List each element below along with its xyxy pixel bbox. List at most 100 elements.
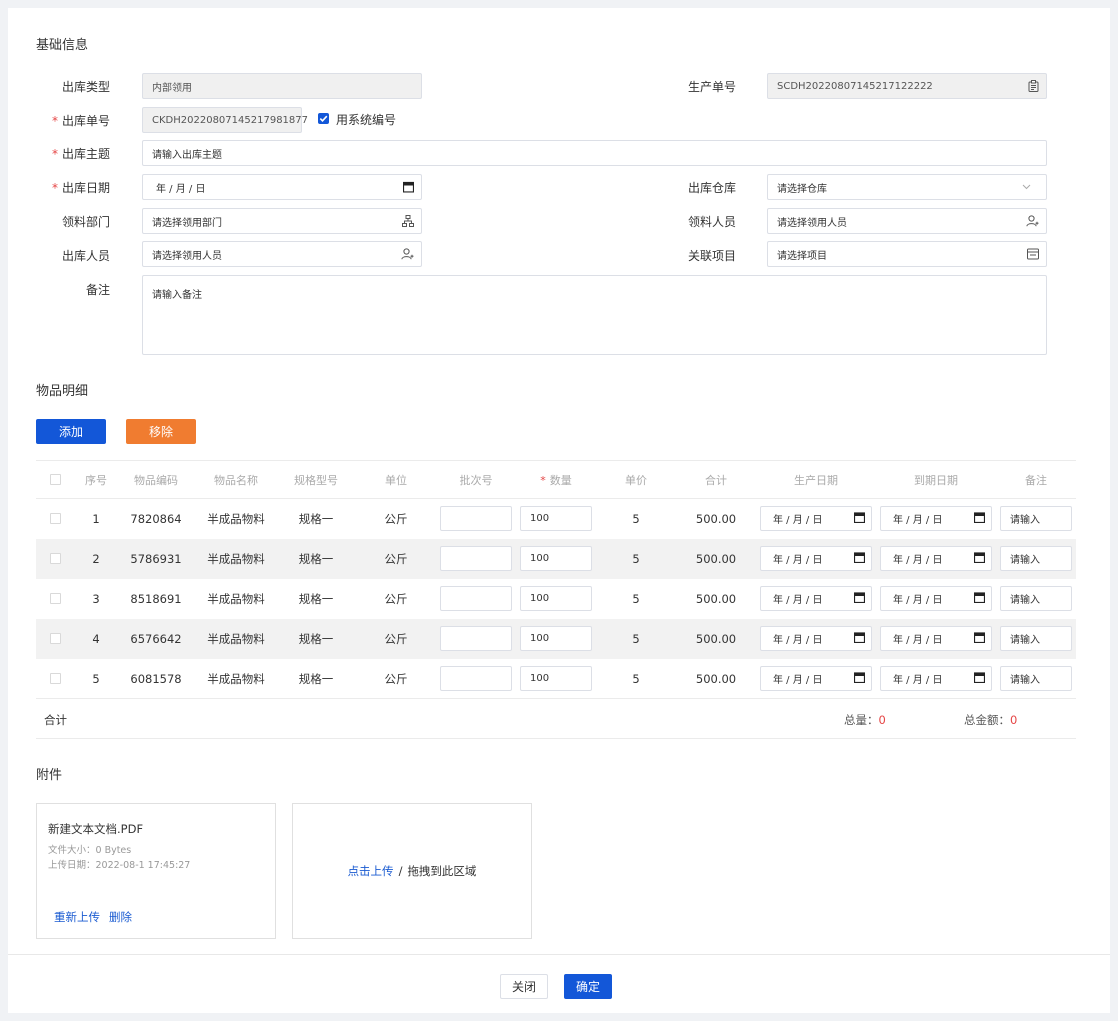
row-remark-input[interactable]: 请输入 xyxy=(1000,506,1072,531)
col-header: 物品名称 xyxy=(214,474,258,487)
row-remark-input[interactable]: 请输入 xyxy=(1000,666,1072,691)
qty-input[interactable]: 100 xyxy=(520,546,592,571)
add-button[interactable]: 添加 xyxy=(36,419,106,444)
col-header: * 数量 xyxy=(540,474,572,487)
production-date-input[interactable]: 年 / 月 / 日 xyxy=(760,666,872,691)
warehouse-label: 出库仓库 xyxy=(687,181,736,195)
expiry-date-input[interactable]: 年 / 月 / 日 xyxy=(880,506,992,531)
operator-input[interactable]: 请选择领用人员 xyxy=(142,241,422,267)
item-unit: 公斤 xyxy=(384,632,408,646)
batch-input[interactable] xyxy=(440,506,512,531)
date-placeholder: 年 / 月 / 日 xyxy=(893,635,943,646)
operator-label: 出库人员 xyxy=(61,249,110,263)
select-all-checkbox[interactable] xyxy=(50,474,61,485)
calendar-icon[interactable] xyxy=(853,511,866,526)
upload-dropzone[interactable]: 点击上传 / 拖拽到此区域 xyxy=(292,803,532,939)
row-remark-input[interactable]: 请输入 xyxy=(1000,626,1072,651)
row-remark-input[interactable]: 请输入 xyxy=(1000,586,1072,611)
org-tree-icon[interactable] xyxy=(402,215,414,227)
production-date-input[interactable]: 年 / 月 / 日 xyxy=(760,626,872,651)
batch-input[interactable] xyxy=(440,626,512,651)
clipboard-icon[interactable] xyxy=(1028,80,1039,92)
table-row: 5 6081578 半成品物料 规格一 公斤 100 5 500.00 年 / 月 / 日 年 /… xyxy=(36,659,1076,699)
upload-hint: 拖拽到此区域 xyxy=(407,864,477,878)
expiry-date-input[interactable]: 年 / 月 / 日 xyxy=(880,626,992,651)
qty-input[interactable]: 100 xyxy=(520,666,592,691)
delete-link[interactable]: 删除 xyxy=(109,909,132,925)
project-card-icon[interactable] xyxy=(1027,248,1039,260)
production-date-input[interactable]: 年 / 月 / 日 xyxy=(760,506,872,531)
receiver-input[interactable]: 请选择领用人员 xyxy=(767,208,1047,234)
outbound-type-field[interactable]: 内部领用 xyxy=(142,73,422,99)
batch-input[interactable] xyxy=(440,546,512,571)
remark-textarea[interactable]: 请输入备注 xyxy=(142,275,1047,355)
calendar-icon[interactable] xyxy=(973,511,986,526)
remark-placeholder: 请输入 xyxy=(1010,595,1040,606)
row-checkbox[interactable] xyxy=(50,673,61,684)
calendar-icon[interactable] xyxy=(403,181,414,193)
qty-input[interactable]: 100 xyxy=(520,586,592,611)
calendar-icon[interactable] xyxy=(973,671,986,686)
row-checkbox[interactable] xyxy=(50,633,61,644)
qty-input[interactable]: 100 xyxy=(520,626,592,651)
item-code: 5786931 xyxy=(130,552,182,566)
row-checkbox[interactable] xyxy=(50,513,61,524)
qty-value: 100 xyxy=(530,553,550,564)
production-date-input[interactable]: 年 / 月 / 日 xyxy=(760,586,872,611)
row-checkbox[interactable] xyxy=(50,593,61,604)
calendar-icon[interactable] xyxy=(973,551,986,566)
calendar-icon[interactable] xyxy=(853,671,866,686)
item-unit: 公斤 xyxy=(384,512,408,526)
user-add-icon[interactable] xyxy=(1026,215,1039,227)
dept-input[interactable]: 请选择领用部门 xyxy=(142,208,422,234)
date-placeholder: 年 / 月 / 日 xyxy=(156,183,206,195)
date-placeholder: 年 / 月 / 日 xyxy=(773,675,823,686)
qty-input[interactable]: 100 xyxy=(520,506,592,531)
row-checkbox[interactable] xyxy=(50,553,61,564)
confirm-button[interactable]: 确定 xyxy=(564,974,612,999)
expiry-date-input[interactable]: 年 / 月 / 日 xyxy=(880,666,992,691)
calendar-icon[interactable] xyxy=(973,591,986,606)
expiry-date-input[interactable]: 年 / 月 / 日 xyxy=(880,546,992,571)
production-no-field[interactable]: SCDH20220807145217122222 xyxy=(767,73,1047,99)
calendar-icon[interactable] xyxy=(853,591,866,606)
reupload-link[interactable]: 重新上传 xyxy=(54,909,100,925)
project-input[interactable]: 请选择项目 xyxy=(767,241,1047,267)
calendar-icon[interactable] xyxy=(853,631,866,646)
remark-placeholder: 请输入备注 xyxy=(152,290,202,301)
item-code: 6576642 xyxy=(130,632,182,646)
item-total: 500.00 xyxy=(695,632,737,646)
batch-input[interactable] xyxy=(440,666,512,691)
item-name: 半成品物料 xyxy=(207,632,265,646)
item-price: 5 xyxy=(632,512,640,526)
remark-placeholder: 请输入 xyxy=(1010,555,1040,566)
production-date-input[interactable]: 年 / 月 / 日 xyxy=(760,546,872,571)
calendar-icon[interactable] xyxy=(973,631,986,646)
close-button[interactable]: 关闭 xyxy=(500,974,548,999)
row-remark-input[interactable]: 请输入 xyxy=(1000,546,1072,571)
production-no-label: 生产单号 xyxy=(687,80,736,94)
expiry-date-input[interactable]: 年 / 月 / 日 xyxy=(880,586,992,611)
calendar-icon[interactable] xyxy=(853,551,866,566)
qty-value: 100 xyxy=(530,513,550,524)
col-header: 单位 xyxy=(385,474,407,487)
row-no: 5 xyxy=(92,672,100,686)
outbound-type-label: 出库类型 xyxy=(61,80,110,94)
date-input[interactable]: 年 / 月 / 日 xyxy=(142,174,422,200)
receiver-label: 领料人员 xyxy=(687,215,736,229)
warehouse-select[interactable]: 请选择仓库 xyxy=(767,174,1047,200)
total-amount: 总金额：0 xyxy=(964,713,1018,727)
item-name: 半成品物料 xyxy=(207,552,265,566)
user-add-icon[interactable] xyxy=(401,248,414,260)
col-header: 物品编码 xyxy=(134,474,178,487)
outbound-no-field[interactable]: CKDH20220807145217981877 xyxy=(142,107,308,133)
col-header: 单价 xyxy=(625,474,647,487)
summary-border xyxy=(36,738,1076,739)
upload-link[interactable]: 点击上传 xyxy=(348,863,394,879)
remark-placeholder: 请输入 xyxy=(1010,675,1040,686)
item-price: 5 xyxy=(632,592,640,606)
remove-button[interactable]: 移除 xyxy=(126,419,196,444)
batch-input[interactable] xyxy=(440,586,512,611)
system-number-checkbox[interactable] xyxy=(318,113,329,124)
subject-input[interactable]: 请输入出库主题 xyxy=(142,140,1047,166)
